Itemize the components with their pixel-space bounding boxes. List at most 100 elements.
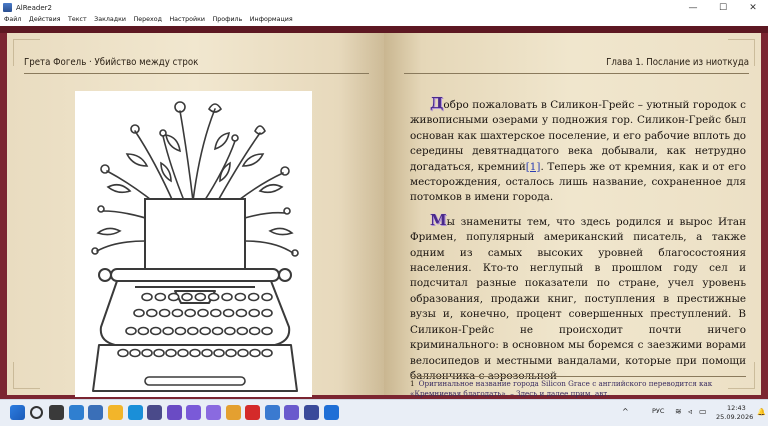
window-title: AlReader2 bbox=[16, 3, 52, 12]
menu-text[interactable]: Текст bbox=[64, 15, 90, 26]
typewriter-key bbox=[261, 326, 273, 336]
title-bar: AlReader2 — ☐ ✕ bbox=[0, 0, 768, 15]
app-icon[interactable] bbox=[186, 405, 202, 420]
app-icon[interactable] bbox=[166, 405, 182, 420]
right-page[interactable]: Глава 1. Послание из ниоткуда Добро пожа… bbox=[384, 33, 761, 398]
typewriter-key bbox=[158, 308, 171, 318]
chrome-icon[interactable] bbox=[225, 405, 241, 420]
footnote-number: 1 bbox=[410, 379, 415, 388]
typewriter-key bbox=[153, 348, 165, 358]
typewriter-key bbox=[211, 326, 224, 336]
footnote: 1 Оригинальное название города Silicon Gr… bbox=[410, 376, 746, 399]
footnote-link[interactable]: [1] bbox=[526, 161, 541, 173]
typewriter-key bbox=[213, 348, 225, 358]
book-spread[interactable]: Грета Фогель · Убийство между строк Глав… bbox=[0, 26, 768, 399]
typewriter-key bbox=[235, 308, 248, 318]
typewriter-key bbox=[165, 348, 177, 358]
task-view-icon[interactable] bbox=[49, 405, 65, 420]
header-rule bbox=[404, 73, 749, 74]
page-ornament bbox=[13, 362, 40, 389]
alreader-icon[interactable] bbox=[323, 405, 339, 420]
typewriter-key bbox=[194, 292, 207, 302]
typewriter-key bbox=[225, 348, 237, 358]
menu-file[interactable]: Файл bbox=[0, 15, 25, 26]
typewriter-key bbox=[154, 292, 167, 302]
taskbar: ^ РУС ≋ ◃ ▭ 12:43 25.09.2026 🔔 bbox=[0, 399, 768, 426]
header-rule bbox=[24, 73, 369, 74]
left-page[interactable]: Грета Фогель · Убийство между строк bbox=[7, 33, 384, 397]
typewriter-key bbox=[149, 326, 162, 336]
typewriter-key bbox=[181, 292, 193, 302]
app-icon[interactable] bbox=[206, 405, 221, 420]
menu-actions[interactable]: Действия bbox=[25, 15, 64, 26]
typewriter-key bbox=[146, 308, 158, 318]
menu-profile[interactable]: Профиль bbox=[209, 15, 246, 26]
app-icon[interactable] bbox=[88, 405, 104, 420]
edge-icon[interactable] bbox=[127, 405, 143, 420]
typewriter-key bbox=[210, 308, 222, 318]
notification-icon[interactable]: 🔔 bbox=[757, 408, 766, 416]
typewriter-key bbox=[197, 308, 209, 318]
file-explorer-icon[interactable] bbox=[108, 405, 123, 420]
volume-icon[interactable]: ◃ bbox=[688, 407, 692, 416]
app-icon[interactable] bbox=[304, 405, 319, 420]
menu-settings[interactable]: Настройки bbox=[165, 15, 208, 26]
clock-date[interactable]: 25.09.2026 bbox=[716, 413, 753, 421]
typewriter-key bbox=[261, 348, 273, 358]
paragraph: Добро пожаловать в Силикон-Грейс – уютны… bbox=[410, 94, 746, 206]
search-icon[interactable] bbox=[29, 406, 43, 419]
typewriter-key bbox=[248, 308, 260, 318]
app-icon[interactable] bbox=[264, 405, 280, 420]
typewriter-key bbox=[261, 308, 273, 318]
alreader-icon bbox=[3, 3, 12, 12]
wifi-icon[interactable]: ≋ bbox=[675, 407, 682, 416]
app-icon[interactable] bbox=[147, 405, 163, 420]
typewriter-key bbox=[137, 326, 150, 336]
typewriter-key bbox=[201, 348, 213, 358]
typewriter-key bbox=[221, 292, 233, 302]
typewriter-key bbox=[261, 292, 273, 302]
typewriter-key bbox=[125, 326, 137, 336]
windows-start-icon[interactable] bbox=[10, 405, 25, 420]
typewriter-key bbox=[171, 308, 184, 318]
drop-cap: М bbox=[430, 210, 447, 229]
drop-cap: Д bbox=[430, 94, 444, 112]
typewriter-key bbox=[141, 292, 153, 302]
typewriter-key bbox=[237, 348, 249, 358]
paragraph: Мы знамениты тем, что здесь родился и вы… bbox=[410, 210, 746, 384]
paragraph-text: ы знамениты тем, что здесь родился и выр… bbox=[410, 215, 746, 382]
typewriter-key bbox=[184, 308, 196, 318]
typewriter-key bbox=[236, 326, 249, 336]
menu-goto[interactable]: Переход bbox=[130, 15, 166, 26]
running-header-author: Грета Фогель · Убийство между строк bbox=[24, 57, 199, 68]
typewriter-key bbox=[207, 292, 220, 302]
chevron-up-icon[interactable]: ^ bbox=[622, 407, 629, 416]
typewriter-key bbox=[249, 348, 261, 358]
typewriter-key bbox=[141, 348, 153, 358]
minimize-button[interactable]: — bbox=[678, 3, 708, 13]
app-icon[interactable] bbox=[284, 405, 300, 420]
typewriter-key bbox=[248, 326, 261, 336]
language-indicator[interactable]: РУС bbox=[652, 407, 664, 415]
typewriter-key bbox=[187, 326, 199, 336]
widgets-icon[interactable] bbox=[68, 405, 84, 420]
typewriter-key bbox=[247, 292, 260, 302]
typewriter-flowers-image bbox=[91, 101, 299, 392]
typewriter-key bbox=[129, 348, 141, 358]
typewriter-key bbox=[199, 326, 211, 336]
menu-bookmarks[interactable]: Закладки bbox=[90, 15, 129, 26]
battery-icon[interactable]: ▭ bbox=[699, 407, 707, 416]
clock-time[interactable]: 12:43 bbox=[727, 404, 746, 412]
typewriter-key bbox=[162, 326, 174, 336]
typewriter-key bbox=[174, 326, 187, 336]
typewriter-key bbox=[189, 348, 201, 358]
close-button[interactable]: ✕ bbox=[738, 3, 768, 13]
typewriter-key bbox=[167, 292, 180, 302]
menu-info[interactable]: Информация bbox=[246, 15, 296, 26]
typewriter-key bbox=[234, 292, 247, 302]
maximize-button[interactable]: ☐ bbox=[708, 3, 738, 13]
opera-icon[interactable] bbox=[245, 405, 261, 420]
footnote-text: Оригинальное название города Silicon Gra… bbox=[410, 379, 713, 398]
typewriter-illustration bbox=[75, 91, 312, 397]
typewriter-key bbox=[133, 308, 145, 318]
